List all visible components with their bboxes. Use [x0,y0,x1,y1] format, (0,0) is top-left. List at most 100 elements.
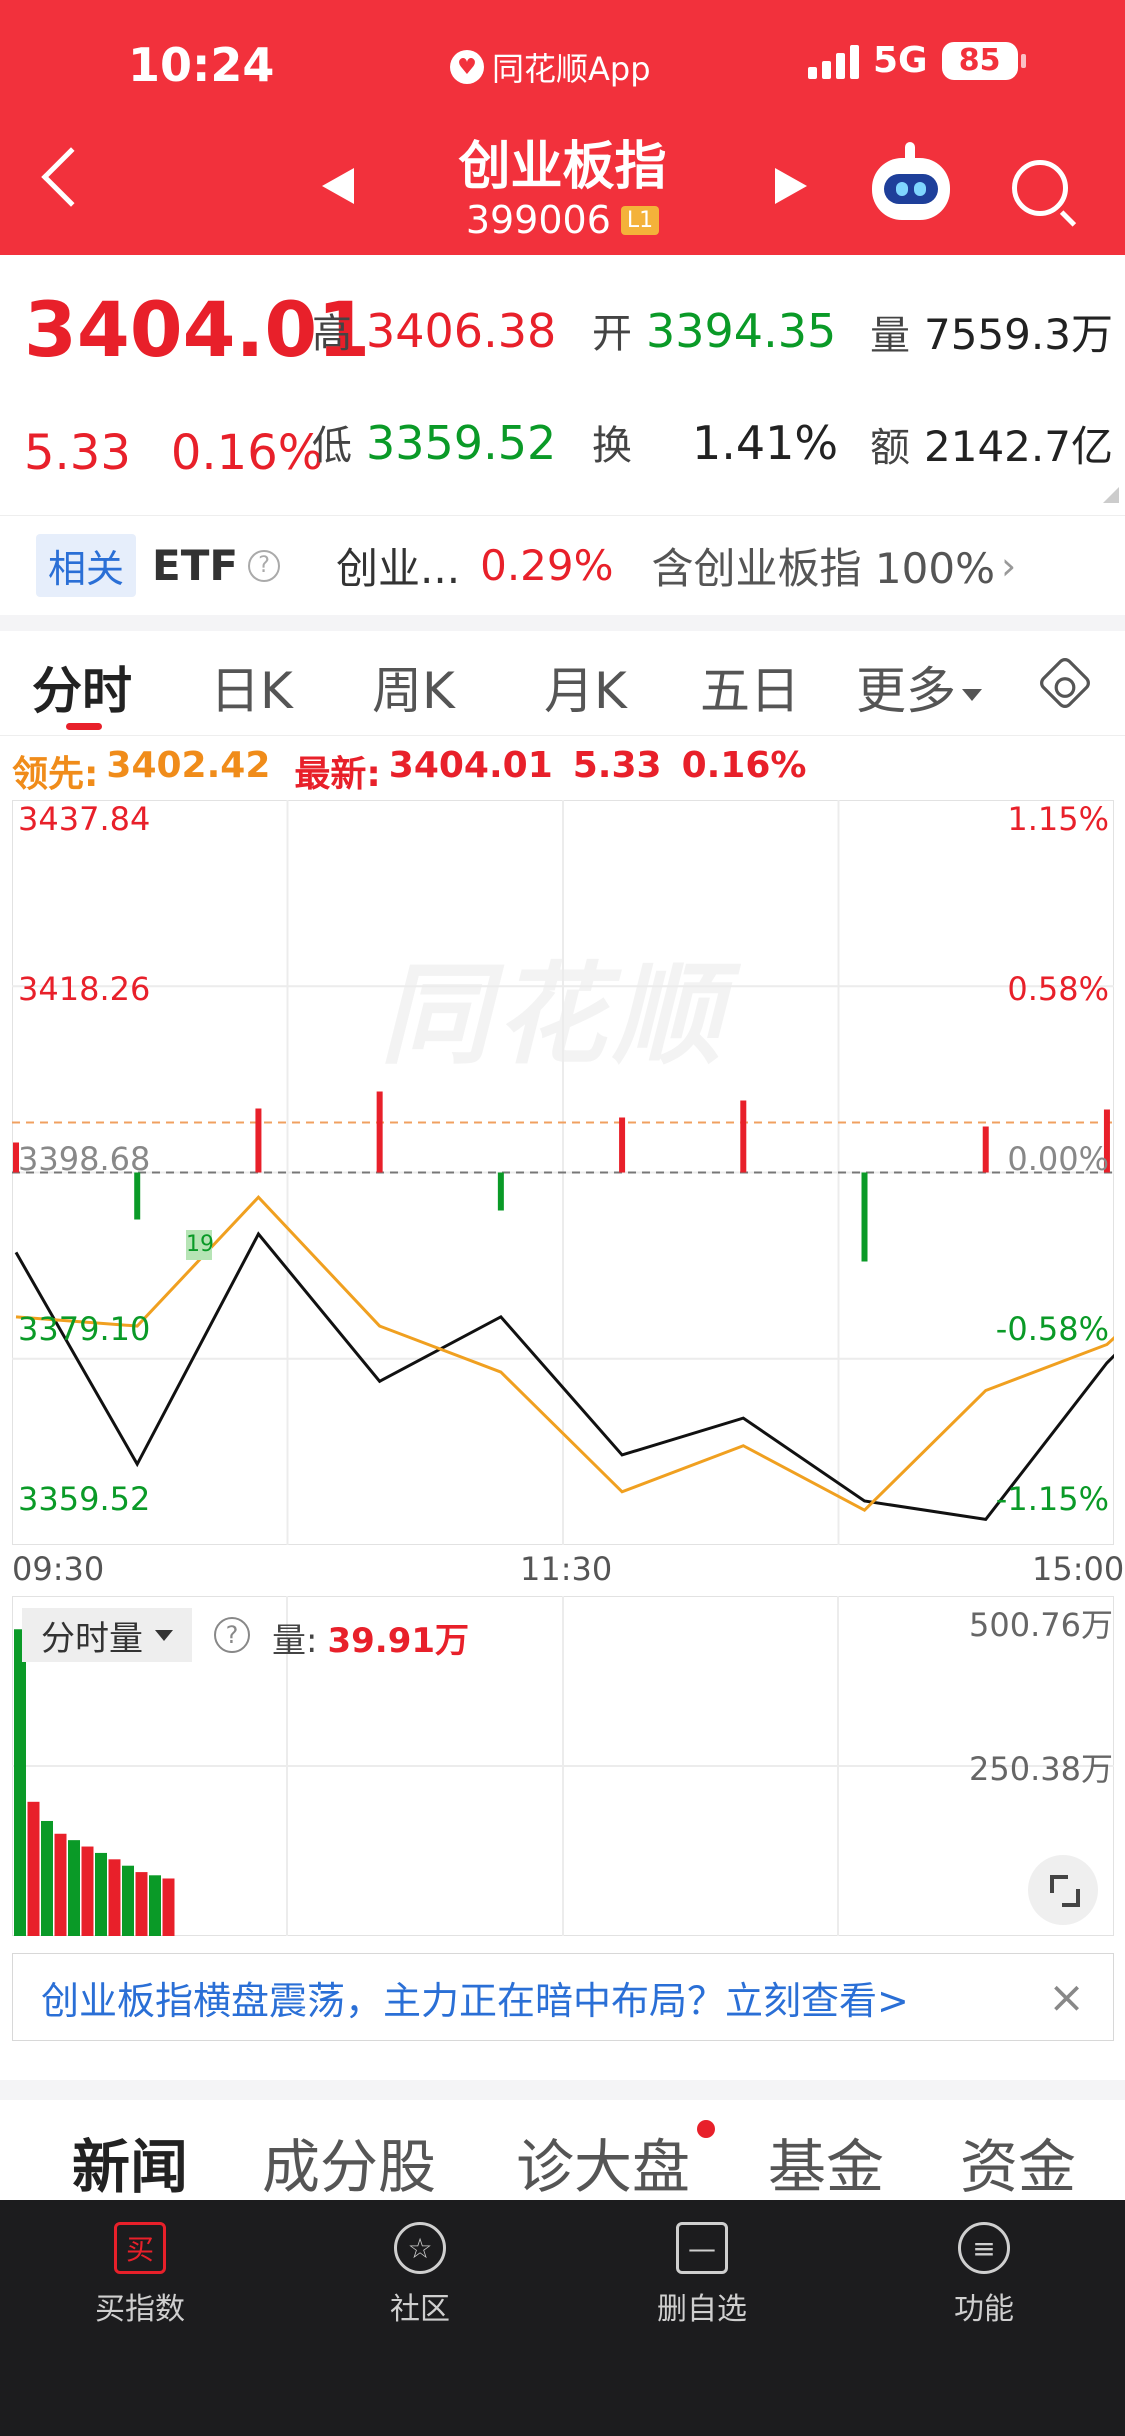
volume-type-label: 分时量 [41,1618,143,1659]
latest-change-pct: 0.16% [681,745,807,786]
status-time: 10:24 [128,38,275,92]
network-type: 5G [873,40,928,81]
strength-bar [740,1100,747,1173]
volume-bar [68,1840,80,1936]
page-title: 创业板指 [458,137,667,197]
nav-community[interactable]: ☆ 社区 [320,2222,520,2328]
volume-bar [54,1833,67,1936]
volume-bar [81,1846,94,1936]
volume-bar [27,1801,40,1936]
active-tab-indicator [66,723,102,730]
strength-bar [861,1172,868,1262]
amount-value: 2142.7亿 [924,422,1113,471]
tab-diagnosis[interactable]: 诊大盘 [516,2120,690,2204]
divider [0,2080,1125,2100]
tab-monthly-k[interactable]: 月K [544,651,627,723]
strength-bar [255,1108,262,1173]
status-app-name: 同花顺App [492,50,651,88]
y-left-label: 3398.68 [18,1140,151,1178]
chart-marker: 19 [186,1230,214,1260]
tab-weekly-k[interactable]: 周K [372,651,455,723]
tab-capital[interactable]: 资金 [960,2120,1076,2204]
turnover-value: 1.41% [692,416,839,470]
strength-bar [134,1172,141,1220]
tab-more[interactable]: 更多 [856,651,982,723]
tab-news[interactable]: 新闻 [72,2120,188,2204]
nav-buy-index[interactable]: 买 买指数 [40,2222,240,2328]
bottom-nav: 买 买指数 ☆ 社区 — 删自选 ≡ 功能 [0,2200,1125,2436]
caret-down-icon [155,1629,173,1641]
notification-dot [697,2120,715,2138]
caret-down-icon [962,688,982,701]
index-code-row: 399006 L1 [0,198,1125,242]
tab-intraday[interactable]: 分时 [32,651,132,723]
tab-more-label: 更多 [856,662,956,720]
status-app: ♥ 同花顺App [450,44,651,90]
strength-bar [619,1117,626,1173]
tab-daily-k[interactable]: 日K [210,651,293,723]
robot-assistant-icon[interactable] [872,142,950,220]
y-left-label: 3418.26 [18,970,151,1008]
quote-amount: 额 2142.7亿 [870,413,1113,474]
series-line [15,1194,1114,1513]
volume-type-dropdown[interactable]: 分时量 [22,1608,192,1662]
strength-bar [376,1091,383,1173]
app-header: 10:24 ♥ 同花顺App 5G 85 创业板指 399006 L1 [0,0,1125,255]
y-left-label: 3359.52 [18,1480,151,1518]
open-value: 3394.35 [646,304,837,358]
promo-text: 创业板指横盘震荡，主力正在暗中布局？立刻查看> [41,1978,909,2023]
related-tag: 相关 [36,534,137,597]
volume-bar [162,1878,175,1936]
quote-high: 高 3406.38 [312,301,556,359]
etf-change: 0.29% [480,541,614,590]
turnover-label: 换 [592,423,632,469]
help-icon[interactable]: ? [214,1617,250,1653]
amount-label: 额 [870,425,910,471]
latest-change: 5.33 [572,745,662,786]
chevron-right-icon: › [1000,543,1017,588]
tab-funds[interactable]: 基金 [768,2120,884,2204]
promo-banner[interactable]: 创业板指横盘震荡，主力正在暗中布局？立刻查看> × [12,1953,1114,2041]
index-code: 399006 [465,198,611,242]
quote-volume: 量 7559.3万 [870,301,1113,362]
x-tick-label: 15:00 [1032,1550,1125,1588]
community-star-icon: ☆ [394,2222,446,2274]
change-value: 5.33 [24,425,131,481]
y-right-label: -1.15% [995,1480,1109,1518]
latest-value: 3404.01 [388,745,553,786]
level-badge: L1 [620,205,660,235]
close-icon[interactable]: × [1048,1972,1085,2023]
related-etf-row[interactable]: 相关 ETF ? 创业... 0.29% 含创业板指 100% › [0,515,1125,615]
volume-label: 量 [870,313,910,359]
leader-row: 领先: 3402.42 最新: 3404.01 5.33 0.16% [12,745,806,797]
expand-corner-icon[interactable] [1103,487,1119,503]
help-icon[interactable]: ? [248,549,281,582]
volume-readout-value: 39.91万 [327,1621,470,1661]
volume-mid-label: 250.38万 [969,1750,1113,1788]
volume-bar [135,1872,148,1936]
nav-remove-watchlist[interactable]: — 删自选 [602,2222,802,2328]
nav-label: 删自选 [657,2292,747,2327]
buy-icon: 买 [114,2222,166,2274]
quote-panel: 3404.01 5.33 0.16% 高 3406.38 低 3359.52 开… [0,255,1125,515]
strength-bar [497,1172,504,1211]
high-label: 高 [312,311,352,357]
quote-open: 开 3394.35 [592,301,836,359]
etf-note: 含创业板指 100% [651,544,995,593]
y-left-label: 3437.84 [18,800,151,838]
divider [0,615,1125,631]
volume-readout-label: 量: [272,1621,318,1661]
etf-label: ETF [152,541,239,590]
tab-constituents[interactable]: 成分股 [262,2120,436,2204]
search-icon[interactable] [1012,160,1068,216]
next-index-icon[interactable] [775,168,807,204]
tab-five-day[interactable]: 五日 [700,651,800,723]
low-value: 3359.52 [366,416,557,470]
volume-bar [108,1859,121,1936]
x-tick-label: 09:30 [12,1550,105,1588]
nav-functions[interactable]: ≡ 功能 [884,2222,1084,2328]
fullscreen-button[interactable] [1028,1855,1098,1925]
y-right-label: 1.15% [1007,800,1109,838]
volume-bar [41,1820,53,1936]
price-chart-svg [12,800,1114,1545]
